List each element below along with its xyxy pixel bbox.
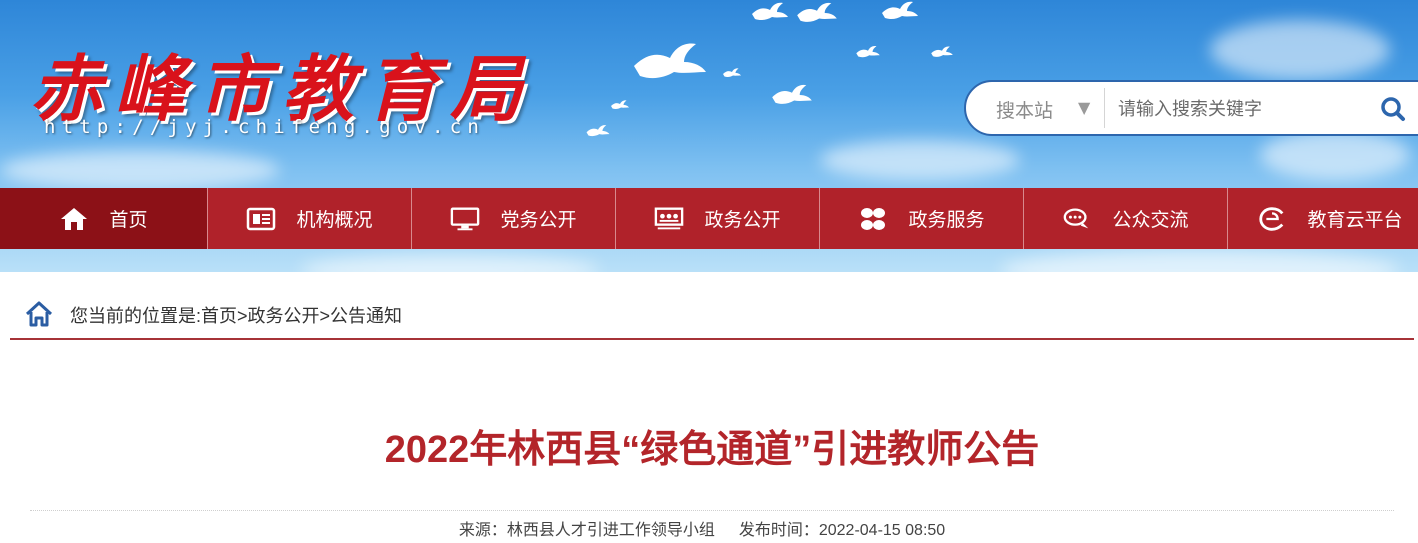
dove-icon [586,125,610,137]
four-dots-icon [858,204,888,234]
home-icon[interactable] [24,300,54,328]
breadcrumb-separator: > [319,306,331,326]
nav-item-home[interactable]: 首页 [0,188,208,249]
search-input[interactable] [1116,90,1370,128]
dove-icon [611,100,629,110]
cloud [300,255,600,272]
cloud [820,140,1020,180]
source-label: 来源： [458,522,507,539]
dove-icon [634,43,706,79]
chevron-down-icon[interactable]: ▼ [1078,98,1090,117]
breadcrumb-link-home[interactable]: 首页 [201,306,237,326]
nav-label: 机构概况 [296,210,373,231]
main-nav: 首页 机构概况 党务公开 政务公开 政务服务 公众交流 教育云平台 [0,188,1418,249]
dove-icon [752,2,788,21]
nav-label: 首页 [109,210,148,231]
cloud [1000,250,1400,272]
breadcrumb: 您当前的位置是:首页>政务公开>公告通知 [10,296,1414,340]
nav-label: 教育云平台 [1307,210,1403,231]
source-value: 林西县人才引进工作领导小组 [506,522,715,539]
cloud [0,150,280,190]
divider [30,510,1394,511]
nav-item-government-services[interactable]: 政务服务 [820,188,1024,249]
nav-label: 党务公开 [500,210,577,231]
chat-icon [1062,204,1092,234]
nav-item-organization[interactable]: 机构概况 [208,188,412,249]
search-scope-select[interactable]: 搜本站 [996,96,1053,123]
nav-item-party-affairs[interactable]: 党务公开 [412,188,616,249]
dove-icon [856,45,880,58]
display-board-icon [654,204,684,234]
nav-item-education-cloud[interactable]: 教育云平台 [1228,188,1418,249]
date-value: 2022-04-15 08:50 [818,522,946,539]
dove-icon [882,1,918,20]
article-title: 2022年林西县“绿色通道”引进教师公告 [384,429,1040,471]
article-meta: 来源：林西县人才引进工作领导小组 发布时间：2022-04-15 08:50 [0,516,1404,540]
nav-item-government-affairs[interactable]: 政务公开 [616,188,820,249]
nav-label: 公众交流 [1112,210,1189,231]
site-url: http://jyj.chifeng.gov.cn [44,116,485,138]
breadcrumb-link-government-affairs[interactable]: 政务公开 [248,306,320,326]
nav-label: 政务公开 [704,210,781,231]
search-icon[interactable] [1378,94,1408,124]
newspaper-icon [246,204,276,234]
search-box: 搜本站 ▼ [964,80,1418,136]
breadcrumb-prefix: 您当前的位置是: [70,306,202,326]
date-label: 发布时间： [738,522,819,539]
dove-icon [772,84,812,104]
nav-label: 政务服务 [908,210,985,231]
dove-icon [797,2,837,22]
dove-icon [723,68,741,78]
home-icon [59,204,89,234]
cloud [1210,20,1390,80]
cloud [1260,130,1410,180]
cloud-e-icon [1257,204,1287,234]
breadcrumb-separator: > [237,306,248,326]
dove-icon [931,46,953,57]
monitor-icon [450,204,480,234]
breadcrumb-link-announcements[interactable]: 公告通知 [330,306,402,326]
breadcrumb-text: 您当前的位置是:首页>政务公开>公告通知 [70,302,402,328]
search-divider [1104,88,1105,128]
nav-item-public-exchange[interactable]: 公众交流 [1024,188,1228,249]
